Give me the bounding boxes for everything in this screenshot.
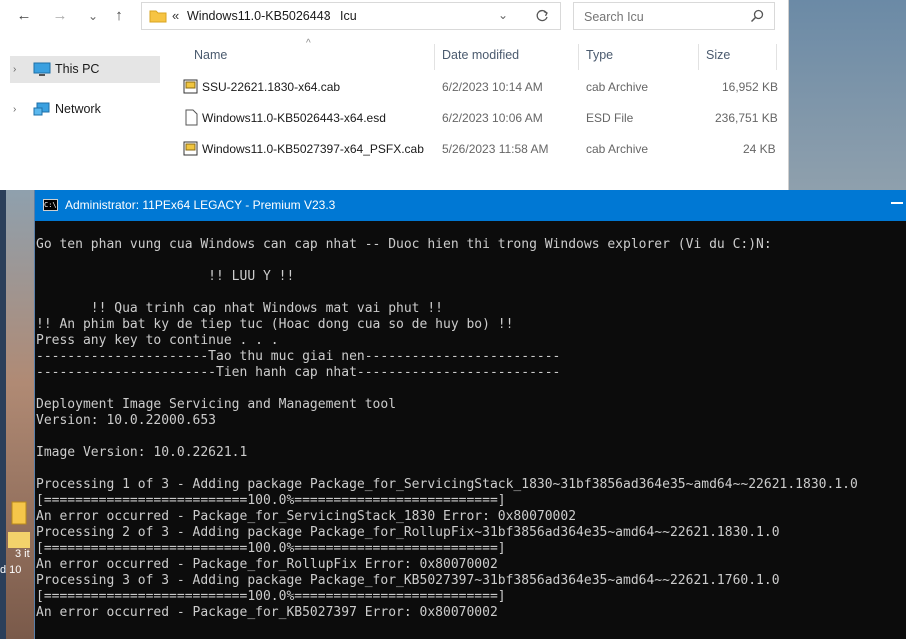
breadcrumb-segment[interactable]: Icu [340,9,357,23]
console-line: [==========================100.0%=======… [36,493,506,508]
cab-archive-icon [183,79,198,94]
file-size: 16,952 KB [722,80,779,94]
file-size: 24 KB [743,142,776,156]
breadcrumb-segment[interactable]: Windows11.0-KB5026443 [187,9,331,23]
back-arrow-icon[interactable]: ← [13,6,35,26]
file-type: cab Archive [586,142,649,156]
console-line: Press any key to continue . . . [36,333,279,348]
address-dropdown-chevron-icon[interactable]: ⌄ [498,8,508,22]
sidebar-item-label: Network [55,102,101,116]
console-line: ----------------------Tao thu muc giai n… [36,349,561,364]
console-line: Version: 10.0.22000.653 [36,413,217,428]
sort-indicator-icon: ^ [306,38,311,49]
column-divider[interactable] [434,44,435,70]
console-line: [==========================100.0%=======… [36,589,506,604]
console-output[interactable]: Go ten phan vung cua Windows can cap nha… [36,237,906,637]
navigation-bar: ← → ⌄ ↑ « Windows11.0-KB5026443 › Icu ⌄ [0,0,788,32]
file-size: 236,751 KB [715,111,778,125]
column-header-size[interactable]: Size [706,48,730,62]
window-title: Administrator: 11PEx64 LEGACY - Premium … [65,198,336,212]
console-line: An error occurred - Package_for_KB502739… [36,605,498,620]
file-name[interactable]: Windows11.0-KB5026443-x64.esd [202,111,386,125]
file-row[interactable]: SSU-22621.1830-x64.cab 6/2/2023 10:14 AM… [165,74,785,102]
desktop-label: d 10 [0,564,22,576]
console-line: Deployment Image Servicing and Managemen… [36,397,397,412]
console-line: [==========================100.0%=======… [36,541,506,556]
file-name[interactable]: Windows11.0-KB5027397-x64_PSFX.cab [202,142,424,156]
file-row[interactable]: Windows11.0-KB5026443-x64.esd 6/2/2023 1… [165,105,785,133]
search-icon[interactable] [750,9,764,23]
desktop-label: 3 it [15,548,30,560]
address-overflow-chevron[interactable]: « [172,8,179,23]
column-divider[interactable] [776,44,777,70]
cab-archive-icon [183,141,198,156]
column-divider[interactable] [578,44,579,70]
navigation-pane: › This PC › Network [0,40,165,190]
console-line: !! LUU Y !! [36,269,295,284]
file-date: 5/26/2023 11:58 AM [442,142,549,156]
search-input[interactable] [582,7,746,27]
expand-chevron-icon[interactable]: › [13,96,16,123]
sidebar-item-network[interactable]: › Network [10,96,160,123]
desktop-shortcut-icon[interactable] [6,492,34,552]
console-line: An error occurred - Package_for_RollupFi… [36,557,498,572]
console-line: Processing 3 of 3 - Adding package Packa… [36,573,780,588]
file-list: ^ Name Date modified Type Size SSU-22621… [165,38,785,190]
file-date: 6/2/2023 10:06 AM [442,111,543,125]
forward-arrow-icon[interactable]: → [49,6,71,26]
folder-icon [149,10,167,23]
command-prompt-icon: C:\ [43,199,58,211]
refresh-icon[interactable] [535,9,549,23]
address-bar[interactable]: « Windows11.0-KB5026443 › Icu ⌄ [141,2,561,30]
up-arrow-icon[interactable]: ↑ [108,6,130,26]
console-line: Image Version: 10.0.22621.1 [36,445,248,460]
sidebar-item-this-pc[interactable]: › This PC [10,56,160,83]
file-type: cab Archive [586,80,649,94]
console-line: Processing 2 of 3 - Adding package Packa… [36,525,780,540]
column-header-date[interactable]: Date modified [442,48,519,62]
console-line: Processing 1 of 3 - Adding package Packa… [36,477,858,492]
file-date: 6/2/2023 10:14 AM [442,80,543,94]
minimize-button[interactable] [891,202,903,204]
file-icon [185,109,198,126]
network-icon [33,102,50,116]
expand-chevron-icon[interactable]: › [13,56,16,83]
console-line: Go ten phan vung cua Windows can cap nha… [36,237,772,252]
console-line: !! An phim bat ky de tiep tuc (Hoac dong… [36,317,514,332]
console-line: !! Qua trinh cap nhat Windows mat vai ph… [36,301,443,316]
file-type: ESD File [586,111,634,125]
recent-locations-chevron-icon[interactable]: ⌄ [82,6,104,26]
window-titlebar[interactable]: C:\ Administrator: 11PEx64 LEGACY - Prem… [35,190,906,221]
command-prompt-window[interactable]: C:\ Administrator: 11PEx64 LEGACY - Prem… [34,190,906,639]
file-name[interactable]: SSU-22621.1830-x64.cab [202,80,340,94]
file-explorer-window: ← → ⌄ ↑ « Windows11.0-KB5026443 › Icu ⌄ … [0,0,789,190]
search-box[interactable] [573,2,775,30]
column-header-name[interactable]: Name [194,48,227,62]
console-line: -----------------------Tien hanh cap nha… [36,365,561,380]
file-row[interactable]: Windows11.0-KB5027397-x64_PSFX.cab 5/26/… [165,136,785,164]
column-divider[interactable] [698,44,699,70]
column-header-type[interactable]: Type [586,48,613,62]
breadcrumb-separator-icon: › [324,7,329,22]
console-line: An error occurred - Package_for_Servicin… [36,509,577,524]
sidebar-item-label: This PC [55,62,100,76]
this-pc-icon [33,62,51,76]
